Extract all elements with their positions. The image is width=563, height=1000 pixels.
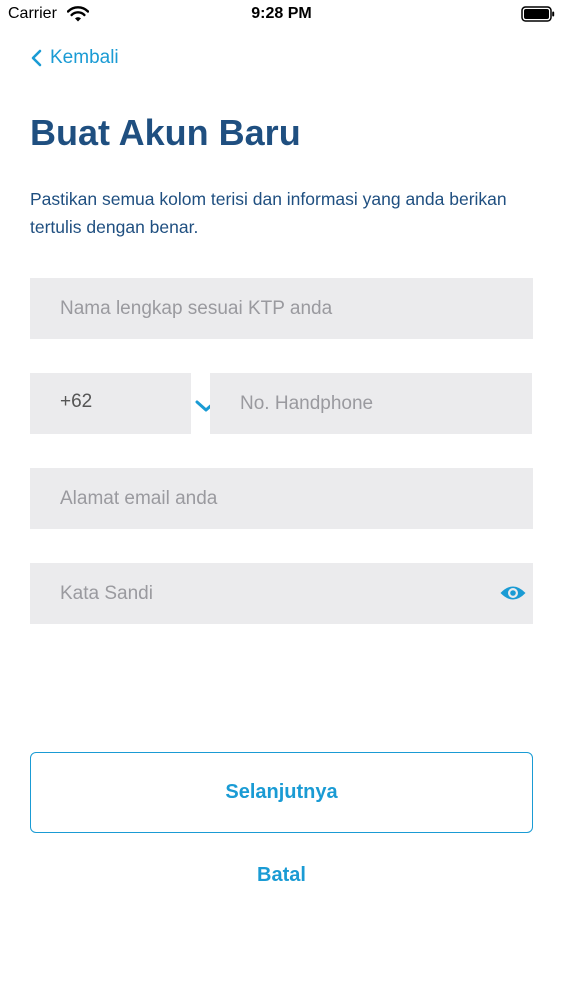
email-input[interactable] xyxy=(30,468,533,529)
back-button[interactable]: Kembali xyxy=(30,45,119,71)
full-name-input[interactable] xyxy=(30,278,533,339)
chevron-left-icon xyxy=(31,49,42,67)
status-bar: Carrier 9:28 PM xyxy=(0,0,563,30)
page-title: Buat Akun Baru xyxy=(30,112,301,153)
cancel-button[interactable]: Batal xyxy=(0,858,563,892)
full-name-field xyxy=(30,278,533,339)
phone-input[interactable] xyxy=(210,373,532,434)
country-code-value: +62 xyxy=(60,391,93,412)
country-code-select[interactable]: +62 xyxy=(30,373,217,434)
battery-icon xyxy=(521,6,555,22)
phone-field xyxy=(210,373,532,434)
password-input[interactable] xyxy=(30,563,533,624)
email-field xyxy=(30,468,533,529)
password-field xyxy=(30,563,533,624)
back-label: Kembali xyxy=(50,47,119,68)
page-subtitle: Pastikan semua kolom terisi dan informas… xyxy=(30,189,507,237)
status-time: 9:28 PM xyxy=(251,5,312,22)
eye-icon[interactable] xyxy=(499,582,527,604)
next-button[interactable]: Selanjutnya xyxy=(30,752,533,833)
